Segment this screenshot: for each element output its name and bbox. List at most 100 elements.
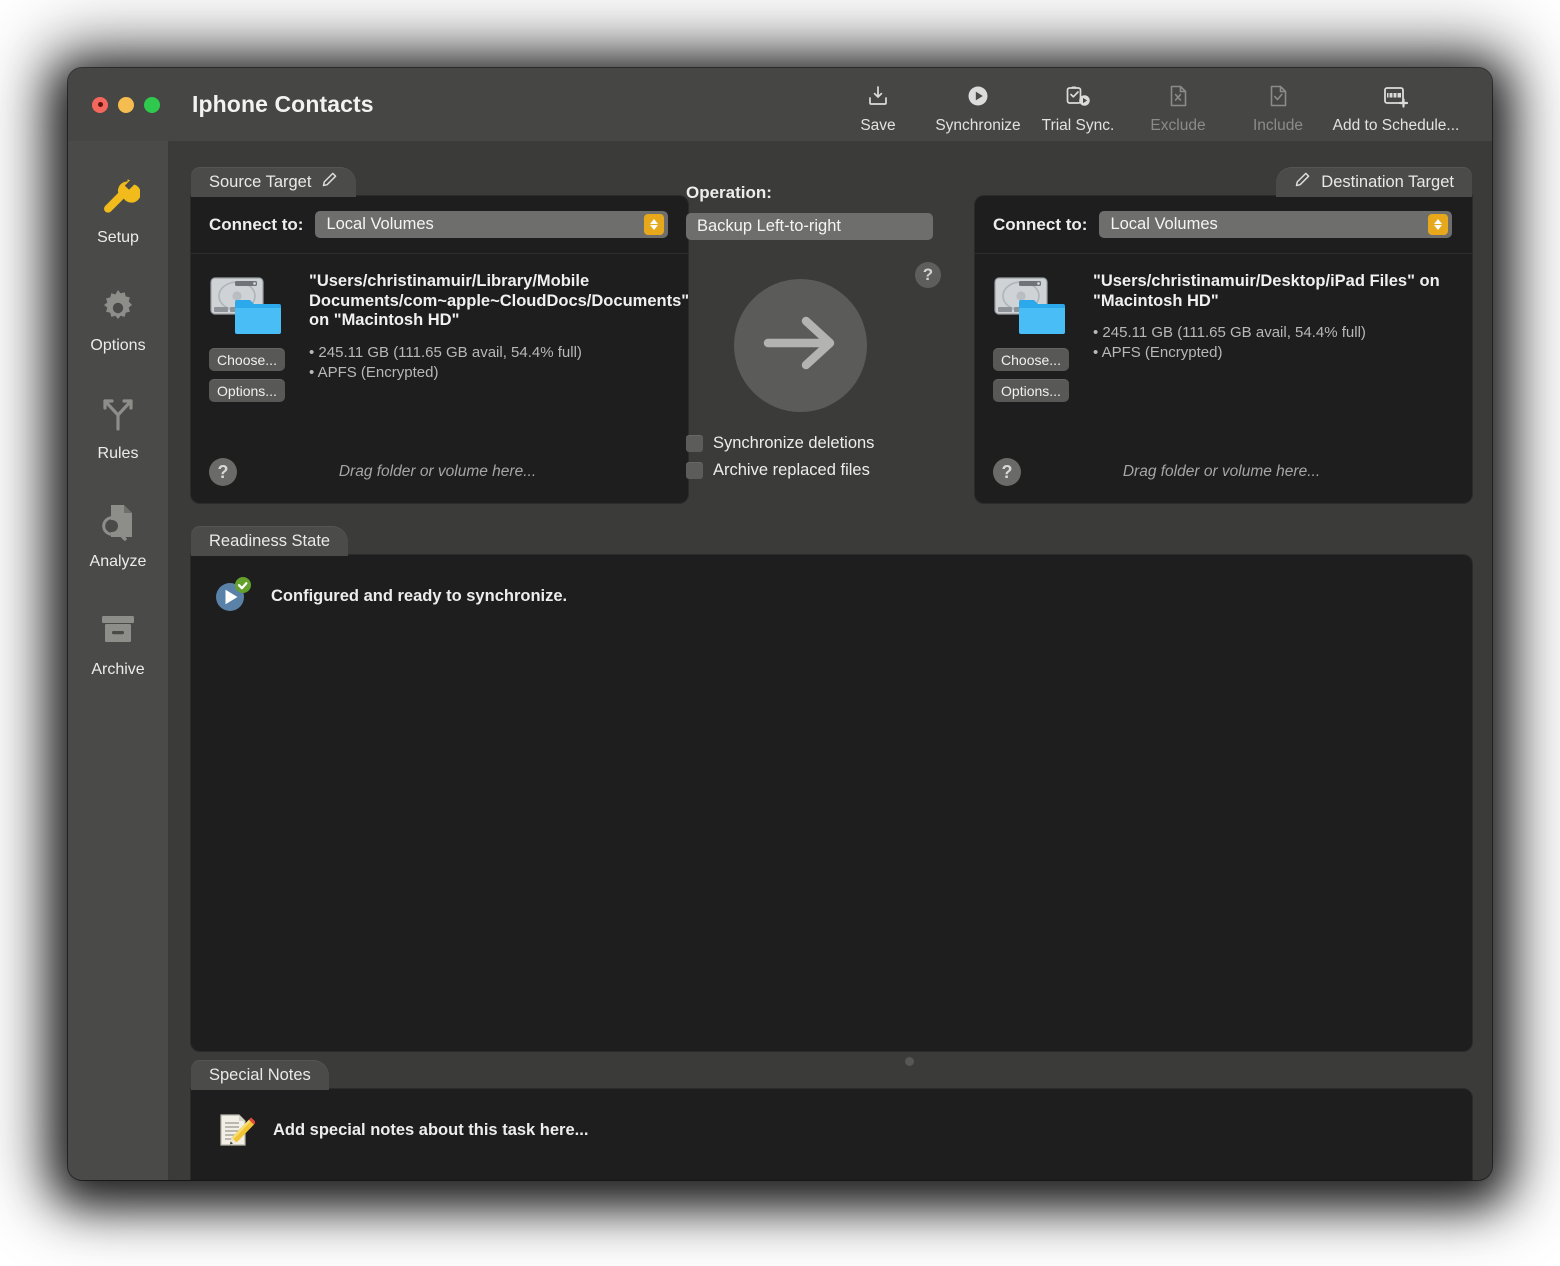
toolbar-label: Exclude [1150, 117, 1206, 134]
toolbar-log-button[interactable]: 1A Log [1464, 82, 1492, 135]
document-check-icon [1267, 82, 1289, 110]
operation-section: Operation: Backup Left-to-right ? Synchr… [686, 183, 951, 479]
gear-icon [97, 281, 139, 329]
readiness-row: Configured and ready to synchronize. [191, 555, 1472, 620]
hard-drive-folder-icon [993, 270, 1071, 340]
source-choose-button[interactable]: Choose... [209, 348, 285, 371]
sidebar-item-label: Analyze [89, 553, 147, 570]
toolbar-label: Synchronize [935, 117, 1021, 134]
source-icon-column: Choose... Options... [209, 270, 291, 402]
operation-label: Operation: [686, 183, 772, 202]
operation-select[interactable]: Backup Left-to-right [686, 213, 933, 240]
toolbar-save-button[interactable]: Save [828, 82, 928, 135]
tab-readiness-state[interactable]: Readiness State [191, 526, 349, 556]
window-title: Iphone Contacts [192, 91, 374, 117]
sidebar-item-options[interactable]: Options [68, 267, 168, 375]
checkbox-label: Synchronize deletions [713, 434, 875, 452]
branching-arrows-icon [96, 389, 140, 437]
source-connect-to-select[interactable]: Local Volumes [315, 211, 668, 238]
pencil-icon[interactable] [1294, 171, 1321, 193]
source-meta-line: • 245.11 GB (111.65 GB avail, 54.4% full… [309, 343, 582, 361]
panel-resize-handle[interactable] [905, 1057, 914, 1066]
destination-connect-row: Connect to: Local Volumes [975, 196, 1472, 254]
archive-replaced-files-checkbox[interactable] [686, 462, 703, 479]
source-meta-line: • APFS (Encrypted) [309, 363, 439, 381]
tab-source-target[interactable]: Source Target [191, 167, 357, 197]
destination-connect-to-select[interactable]: Local Volumes [1099, 211, 1452, 238]
close-window-button[interactable] [92, 96, 108, 113]
toolbar-label: Save [860, 117, 896, 134]
destination-drag-hint[interactable]: Drag folder or volume here... [1021, 463, 1422, 481]
document-x-icon [1167, 82, 1189, 110]
destination-icon-column: Choose... Options... [993, 270, 1075, 402]
toolbar-label: Trial Sync. [1041, 117, 1115, 134]
toolbar-synchronize-button[interactable]: Synchronize [928, 82, 1028, 135]
tab-special-notes[interactable]: Special Notes [191, 1060, 329, 1090]
archive-replaced-files-checkbox-row[interactable]: Archive replaced files [686, 457, 874, 484]
readiness-message: Configured and ready to synchronize. [271, 587, 568, 605]
toolbar: Save Synchronize Trial Sync. Exclude Inc… [828, 82, 1492, 144]
special-notes-panel[interactable]: Add special notes about this task here..… [191, 1089, 1472, 1180]
source-help-button[interactable]: ? [209, 458, 237, 486]
special-notes-placeholder: Add special notes about this task here..… [273, 1121, 589, 1139]
tab-destination-target[interactable]: Destination Target [1276, 167, 1472, 197]
sidebar-item-label: Options [90, 337, 146, 354]
source-drag-hint[interactable]: Drag folder or volume here... [237, 463, 638, 481]
source-path: "Users/christinamuir/Library/Mobile Docu… [309, 272, 690, 330]
source-meta: • 245.11 GB (111.65 GB avail, 54.4% full… [309, 343, 689, 383]
synchronize-deletions-checkbox-row[interactable]: Synchronize deletions [686, 430, 874, 457]
arrow-right-icon [760, 308, 842, 383]
document-magnifier-icon [97, 497, 139, 545]
destination-meta-line: • APFS (Encrypted) [1093, 344, 1223, 362]
toolbar-label: Add to Schedule... [1332, 117, 1460, 134]
special-notes-row: Add special notes about this task here..… [191, 1089, 1472, 1156]
sidebar-item-label: Setup [97, 229, 139, 246]
sidebar-item-analyze[interactable]: Analyze [68, 483, 168, 591]
sidebar-item-setup[interactable]: Setup [68, 159, 168, 267]
maximize-window-button[interactable] [144, 96, 160, 113]
toolbar-include-button[interactable]: Include [1228, 82, 1328, 135]
synchronize-deletions-checkbox[interactable] [686, 435, 703, 452]
save-download-tray-icon [866, 82, 890, 110]
minimize-window-button[interactable] [118, 96, 134, 113]
source-connect-label: Connect to: [209, 214, 304, 234]
pencil-icon[interactable] [311, 171, 338, 193]
chevron-updown-icon[interactable] [1428, 214, 1448, 235]
destination-connect-label: Connect to: [993, 214, 1088, 234]
destination-target-body: Choose... Options... "Users/christinamui… [975, 254, 1472, 402]
destination-options-button[interactable]: Options... [993, 379, 1069, 402]
source-connect-row: Connect to: Local Volumes [191, 196, 688, 254]
tab-label: Special Notes [209, 1065, 311, 1084]
destination-help-button[interactable]: ? [993, 458, 1021, 486]
sidebar-item-archive[interactable]: Archive [68, 591, 168, 699]
sidebar: Setup Options Rules Analyze Archive [68, 141, 169, 1180]
tab-label: Source Target [209, 172, 312, 191]
note-pencil-icon [213, 1109, 257, 1156]
calendar-plus-icon [1382, 82, 1410, 110]
content-area: Source Target Connect to: Local Volumes [169, 141, 1492, 1180]
destination-target-panel: Connect to: Local Volumes Choose... Opti… [975, 196, 1472, 503]
chevron-updown-icon[interactable] [644, 214, 664, 235]
source-text-column: "Users/christinamuir/Library/Mobile Docu… [309, 270, 689, 402]
source-options-button[interactable]: Options... [209, 379, 285, 402]
operation-value: Backup Left-to-right [697, 217, 841, 235]
sidebar-item-label: Archive [91, 661, 145, 678]
sidebar-item-rules[interactable]: Rules [68, 375, 168, 483]
tab-label: Destination Target [1321, 172, 1454, 191]
title-bar: Iphone Contacts Save Synchronize Trial S… [68, 68, 1492, 141]
toolbar-trial-sync-button[interactable]: Trial Sync. [1028, 82, 1128, 135]
source-target-body: Choose... Options... "Users/christinamui… [191, 254, 689, 402]
destination-choose-button[interactable]: Choose... [993, 348, 1069, 371]
destination-meta-line: • 245.11 GB (111.65 GB avail, 54.4% full… [1093, 324, 1366, 342]
destination-path: "Users/christinamuir/Desktop/iPad Files"… [1093, 272, 1440, 310]
toolbar-add-to-schedule-button[interactable]: Add to Schedule... [1328, 82, 1464, 135]
checkbox-label: Archive replaced files [713, 461, 870, 479]
toolbar-exclude-button[interactable]: Exclude [1128, 82, 1228, 135]
play-badge-check-icon [213, 575, 253, 620]
operation-direction-button[interactable] [734, 279, 867, 412]
operation-help-button[interactable]: ? [915, 262, 941, 288]
archive-box-icon [97, 605, 139, 653]
source-target-panel: Connect to: Local Volumes Choose... Opti… [191, 196, 689, 503]
toolbar-label: Include [1253, 117, 1303, 134]
operation-checkbox-group: Synchronize deletions Archive replaced f… [686, 430, 874, 484]
